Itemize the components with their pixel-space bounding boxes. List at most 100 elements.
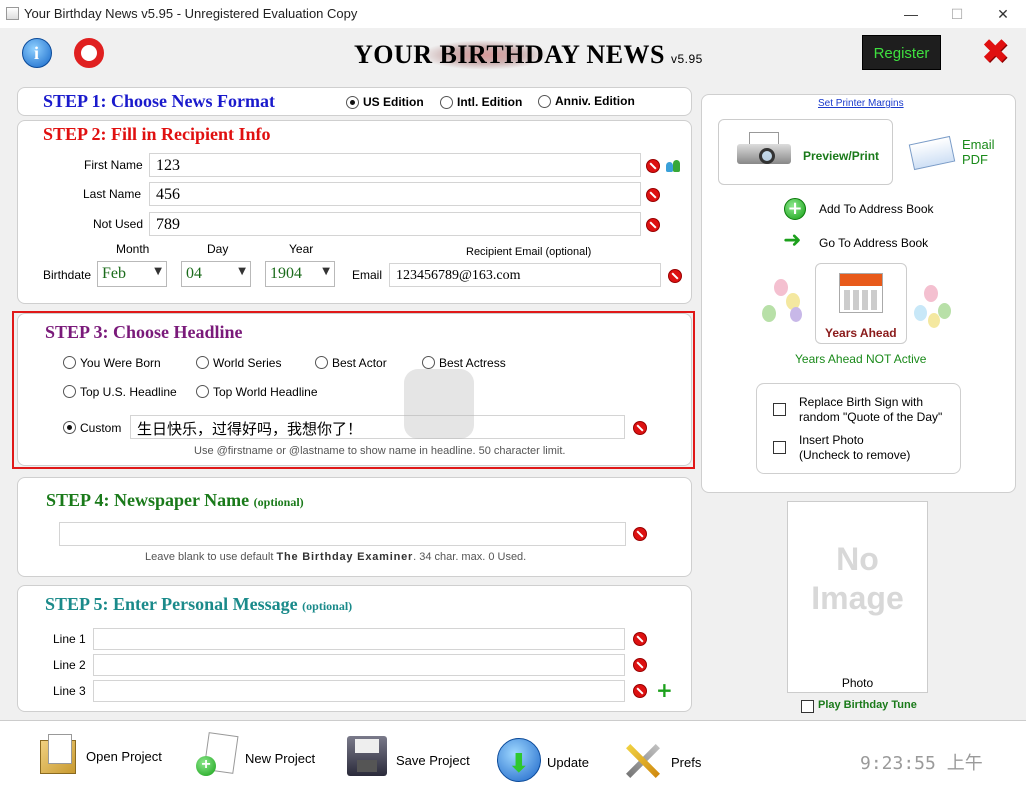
email-input[interactable]: 123456789@163.com — [389, 263, 661, 287]
people-icon[interactable] — [666, 158, 682, 174]
email-pdf-label[interactable]: Email PDF — [962, 137, 995, 167]
help-lifebuoy-icon[interactable] — [74, 38, 104, 68]
new-project-button[interactable]: + — [196, 732, 240, 778]
custom-label: Custom — [80, 421, 122, 435]
title-bar: Your Birthday News v5.95 - Unregistered … — [0, 0, 1026, 28]
line2-label: Line 2 — [53, 658, 86, 672]
open-project-label[interactable]: Open Project — [86, 749, 162, 764]
not-used-label: Not Used — [93, 217, 144, 231]
save-project-button[interactable] — [347, 736, 387, 776]
years-ahead-label: Years Ahead — [825, 326, 897, 340]
replace-birth-sign-checkbox[interactable] — [773, 403, 786, 416]
message-line1-input[interactable] — [93, 628, 625, 650]
exit-x-icon[interactable]: ✖ — [981, 35, 1011, 69]
line3-label: Line 3 — [53, 684, 86, 698]
arrow-right-icon[interactable]: ➜ — [783, 230, 807, 253]
update-button[interactable]: ⬇ — [497, 738, 541, 782]
years-ahead-status: Years Ahead NOT Active — [795, 352, 927, 366]
intl-edition-radio[interactable] — [440, 96, 453, 109]
envelope-icon — [908, 135, 956, 171]
prefs-button[interactable] — [622, 740, 664, 782]
not-used-input[interactable]: 789 — [149, 212, 641, 236]
step4-optional: (optional) — [253, 495, 304, 509]
printer-icon — [737, 132, 795, 172]
clear-line3-icon[interactable] — [633, 684, 647, 698]
clear-newspaper-name-icon[interactable] — [633, 527, 647, 541]
headline-hint: Use @firstname or @lastname to show name… — [194, 445, 566, 457]
clear-email-icon[interactable] — [668, 269, 682, 283]
chevron-down-icon: ▼ — [238, 266, 246, 277]
open-project-button[interactable] — [40, 732, 80, 776]
line1-label: Line 1 — [53, 632, 86, 646]
month-select[interactable]: Feb ▼ — [97, 261, 167, 287]
first-name-label: First Name — [84, 158, 143, 172]
you-were-born-radio[interactable] — [63, 356, 76, 369]
year-select[interactable]: 1904 ▼ — [265, 261, 335, 287]
recipient-email-caption: Recipient Email (optional) — [466, 246, 592, 258]
world-series-label: World Series — [213, 356, 282, 370]
clear-last-name-icon[interactable] — [646, 188, 660, 202]
email-pdf-button[interactable] — [908, 134, 957, 171]
world-series-radio[interactable] — [196, 356, 209, 369]
go-to-address-book-button[interactable]: Go To Address Book — [819, 236, 928, 250]
maximize-button[interactable]: ☐ — [934, 0, 980, 28]
custom-headline-input[interactable]: 生日快乐，过得好吗，我想你了！ — [130, 415, 625, 439]
insert-photo-label: Insert Photo (Uncheck to remove) — [799, 433, 911, 462]
preview-print-label: Preview/Print — [803, 149, 880, 163]
us-edition-radio[interactable] — [346, 96, 359, 109]
no-image-placeholder: No Image — [811, 541, 904, 616]
last-name-input[interactable]: 456 — [149, 182, 641, 206]
clear-custom-headline-icon[interactable] — [633, 421, 647, 435]
close-window-button[interactable]: ✕ — [980, 0, 1026, 28]
new-project-label[interactable]: New Project — [245, 751, 315, 766]
insert-photo-checkbox[interactable] — [773, 441, 786, 454]
add-to-address-book-button[interactable]: Add To Address Book — [819, 202, 934, 216]
clear-line2-icon[interactable] — [633, 658, 647, 672]
play-birthday-tune-label: Play Birthday Tune — [818, 699, 917, 711]
first-name-input[interactable]: 123 — [149, 153, 641, 177]
anniv-edition-radio[interactable] — [538, 95, 551, 108]
anniv-edition-label: Anniv. Edition — [555, 94, 635, 108]
email-label: Email — [352, 268, 383, 282]
step3-title: STEP 3: Choose Headline — [45, 322, 243, 342]
best-actor-radio[interactable] — [315, 356, 328, 369]
best-actress-radio[interactable] — [422, 356, 435, 369]
newspaper-name-input[interactable] — [59, 522, 626, 546]
year-value: 1904 — [270, 265, 302, 282]
custom-radio[interactable] — [63, 421, 76, 434]
step1-title: STEP 1: Choose News Format — [43, 91, 275, 111]
message-line3-input[interactable] — [93, 680, 625, 702]
register-button[interactable]: Register — [862, 35, 941, 70]
clear-first-name-icon[interactable] — [646, 159, 660, 173]
step5-title: STEP 5: Enter Personal Message (optional… — [45, 594, 353, 614]
clear-not-used-icon[interactable] — [646, 218, 660, 232]
top-world-headline-radio[interactable] — [196, 385, 209, 398]
prefs-label[interactable]: Prefs — [671, 755, 701, 770]
step4-title: STEP 4: Newspaper Name (optional) — [46, 490, 304, 510]
update-label[interactable]: Update — [547, 755, 589, 770]
balloons-left-icon — [760, 275, 808, 335]
watermark-logo — [404, 369, 474, 439]
info-icon[interactable]: i — [22, 38, 52, 68]
set-printer-margins-link[interactable]: Set Printer Margins — [818, 98, 904, 109]
save-project-label[interactable]: Save Project — [396, 753, 470, 768]
best-actress-label: Best Actress — [439, 356, 506, 370]
step5-optional: (optional) — [302, 599, 353, 613]
minimize-button[interactable]: — — [888, 0, 934, 28]
balloons-right-icon — [912, 283, 956, 338]
clear-line1-icon[interactable] — [633, 632, 647, 646]
top-us-headline-radio[interactable] — [63, 385, 76, 398]
add-line-plus-icon[interactable]: + — [656, 680, 673, 700]
message-line2-input[interactable] — [93, 654, 625, 676]
floppy-disk-icon — [355, 739, 379, 753]
day-label: Day — [207, 242, 229, 256]
day-select[interactable]: 04 ▼ — [181, 261, 251, 287]
app-title: YOUR BIRTHDAY NEWS v5.95 — [354, 40, 703, 69]
newspaper-hint: Leave blank to use default The Birthday … — [145, 551, 527, 563]
us-edition-label: US Edition — [363, 95, 424, 109]
add-circle-icon: + — [196, 756, 216, 776]
add-circle-icon[interactable]: + — [784, 198, 806, 220]
app-icon — [6, 7, 19, 20]
day-value: 04 — [186, 265, 202, 282]
play-birthday-tune-checkbox[interactable] — [801, 700, 814, 713]
